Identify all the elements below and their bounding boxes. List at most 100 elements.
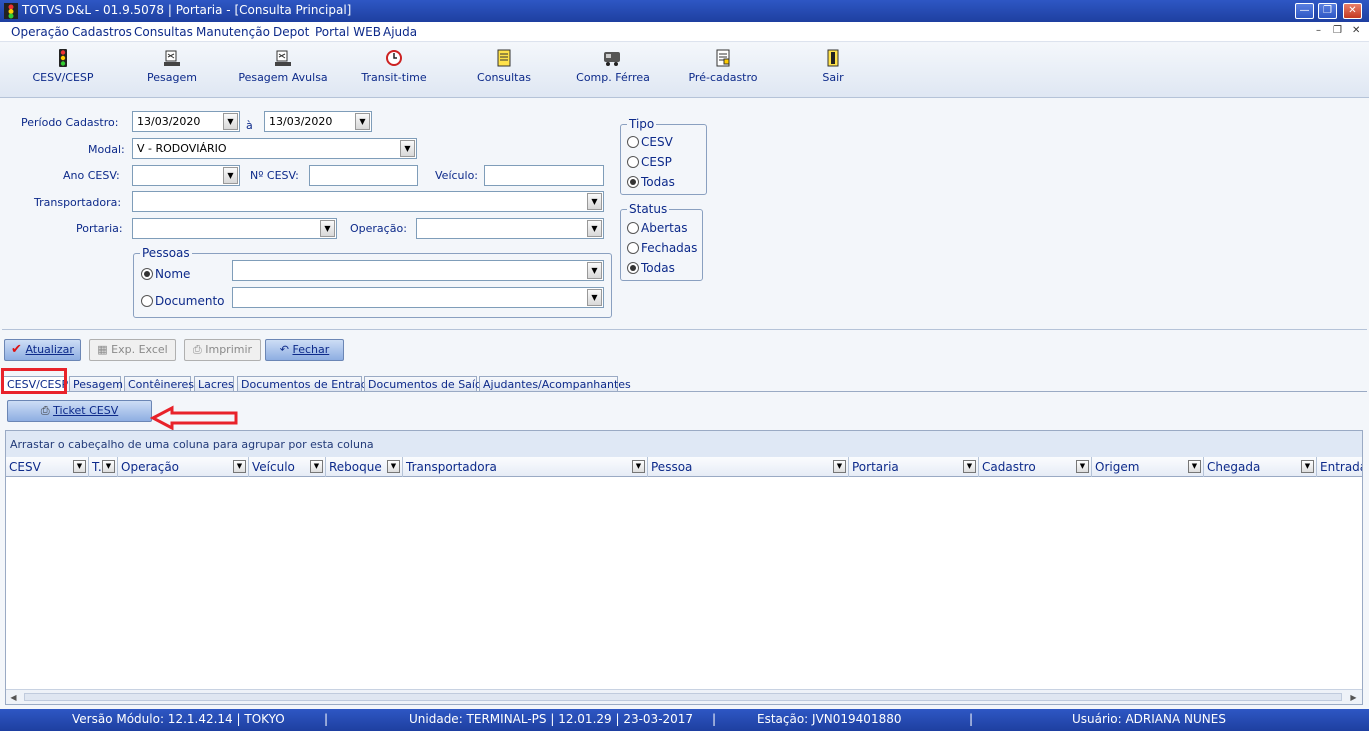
- filter-dropdown-icon[interactable]: ▼: [1301, 460, 1314, 473]
- minimize-button[interactable]: —: [1295, 3, 1314, 19]
- chevron-down-icon[interactable]: ▼: [223, 113, 238, 130]
- chevron-down-icon[interactable]: ▼: [587, 220, 602, 237]
- column-header-veiculo[interactable]: Veículo ▼: [249, 457, 326, 477]
- toolbar-pesagem-button[interactable]: Pesagem: [127, 49, 217, 93]
- column-header-entrada[interactable]: Entrada: [1317, 457, 1362, 477]
- toolbar-pre-cadastro-button[interactable]: Pré-cadastro: [678, 49, 768, 93]
- column-header-transportadora[interactable]: Transportadora ▼: [403, 457, 648, 477]
- column-header-operacao[interactable]: Operação ▼: [118, 457, 249, 477]
- radio-selected-icon: [627, 176, 639, 188]
- transportadora-select[interactable]: ▼: [132, 191, 604, 212]
- ano-cesv-select[interactable]: ▼: [132, 165, 240, 186]
- group-by-hint[interactable]: Arrastar o cabeçalho de uma coluna para …: [6, 431, 1362, 457]
- chevron-down-icon[interactable]: ▼: [223, 167, 238, 184]
- scrollbar-track[interactable]: [24, 693, 1342, 701]
- modal-select[interactable]: V - RODOVIÁRIO ▼: [132, 138, 417, 159]
- excel-icon: ▦: [97, 343, 108, 356]
- tab-documentos-saida[interactable]: Documentos de Saída: [364, 376, 489, 392]
- periodo-inicio-date[interactable]: 13/03/2020 ▼: [132, 111, 240, 132]
- mdi-minimize-button[interactable]: –: [1316, 25, 1321, 36]
- atualizar-label: Atualizar: [25, 343, 74, 356]
- radio-nome[interactable]: Nome: [141, 267, 190, 281]
- filter-dropdown-icon[interactable]: ▼: [387, 460, 400, 473]
- tab-lacres[interactable]: Lacres: [194, 376, 234, 392]
- chevron-down-icon[interactable]: ▼: [400, 140, 415, 157]
- menu-cadastros[interactable]: Cadastros: [72, 25, 132, 39]
- filter-dropdown-icon[interactable]: ▼: [102, 460, 115, 473]
- filter-dropdown-icon[interactable]: ▼: [963, 460, 976, 473]
- column-header-portaria[interactable]: Portaria ▼: [849, 457, 979, 477]
- num-cesv-input[interactable]: [309, 165, 418, 186]
- filter-dropdown-icon[interactable]: ▼: [632, 460, 645, 473]
- scroll-left-icon[interactable]: ◀: [6, 691, 21, 704]
- chevron-down-icon[interactable]: ▼: [587, 193, 602, 210]
- mdi-close-button[interactable]: ✕: [1352, 25, 1360, 36]
- tab-pesagem[interactable]: Pesagem: [69, 376, 123, 392]
- column-header-label: Chegada: [1207, 460, 1261, 474]
- column-header-cadastro[interactable]: Cadastro ▼: [979, 457, 1092, 477]
- documento-select[interactable]: ▼: [232, 287, 604, 308]
- column-header-chegada[interactable]: Chegada ▼: [1204, 457, 1317, 477]
- chevron-down-icon[interactable]: ▼: [587, 289, 602, 306]
- tab-documentos-entrada[interactable]: Documentos de Entrada: [237, 376, 374, 392]
- toolbar-consultas-button[interactable]: Consultas: [459, 49, 549, 93]
- toolbar-pesagem-avulsa-button[interactable]: Pesagem Avulsa: [238, 49, 328, 93]
- atualizar-button[interactable]: ✔ Atualizar: [4, 339, 81, 361]
- modal-label: Modal:: [88, 143, 125, 156]
- column-header-reboque[interactable]: Reboque ▼: [326, 457, 403, 477]
- radio-tipo-cesv[interactable]: CESV: [627, 135, 673, 149]
- chevron-down-icon[interactable]: ▼: [587, 262, 602, 279]
- column-header-tipo[interactable]: T. ▼: [89, 457, 118, 477]
- menu-consultas[interactable]: Consultas: [134, 25, 193, 39]
- exp-excel-button[interactable]: ▦ Exp. Excel: [89, 339, 176, 361]
- radio-unselected-icon: [627, 222, 639, 234]
- toolbar-label: Transit-time: [361, 71, 427, 84]
- radio-status-fechadas[interactable]: Fechadas: [627, 241, 697, 255]
- exit-door-icon: [827, 49, 839, 67]
- portaria-select[interactable]: ▼: [132, 218, 337, 239]
- status-usuario: Usuário: ADRIANA NUNES: [1072, 712, 1226, 726]
- periodo-fim-value: 13/03/2020: [269, 115, 333, 128]
- imprimir-button[interactable]: ⎙ Imprimir: [184, 339, 261, 361]
- radio-status-abertas[interactable]: Abertas: [627, 221, 687, 235]
- menu-operacao[interactable]: Operação: [11, 25, 69, 39]
- operacao-select[interactable]: ▼: [416, 218, 604, 239]
- column-header-origem[interactable]: Origem ▼: [1092, 457, 1204, 477]
- tab-conteineres[interactable]: Contêineres: [124, 376, 194, 392]
- toolbar-sair-button[interactable]: Sair: [788, 49, 878, 93]
- radio-status-todas[interactable]: Todas: [627, 261, 675, 275]
- toolbar-transit-time-button[interactable]: Transit-time: [349, 49, 439, 93]
- close-button[interactable]: ✕: [1343, 3, 1362, 19]
- filter-dropdown-icon[interactable]: ▼: [73, 460, 86, 473]
- radio-tipo-todas[interactable]: Todas: [627, 175, 675, 189]
- nome-select[interactable]: ▼: [232, 260, 604, 281]
- filter-dropdown-icon[interactable]: ▼: [1188, 460, 1201, 473]
- filter-dropdown-icon[interactable]: ▼: [833, 460, 846, 473]
- fechar-button[interactable]: ↶ Fechar: [265, 339, 344, 361]
- menu-depot[interactable]: Depot: [273, 25, 309, 39]
- veiculo-input[interactable]: [484, 165, 604, 186]
- toolbar-comp-ferrea-button[interactable]: Comp. Férrea: [568, 49, 658, 93]
- chevron-down-icon[interactable]: ▼: [355, 113, 370, 130]
- horizontal-scrollbar[interactable]: ◀ ▶: [6, 689, 1362, 704]
- toolbar-cesv-cesp-button[interactable]: CESV/CESP: [18, 49, 108, 93]
- radio-label: CESP: [641, 155, 672, 169]
- column-header-cesv[interactable]: CESV ▼: [6, 457, 89, 477]
- filter-dropdown-icon[interactable]: ▼: [1076, 460, 1089, 473]
- menu-portal-web[interactable]: Portal WEB: [315, 25, 381, 39]
- periodo-fim-date[interactable]: 13/03/2020 ▼: [264, 111, 372, 132]
- ticket-cesv-button[interactable]: ⎙ Ticket CESV: [7, 400, 152, 422]
- menu-ajuda[interactable]: Ajuda: [383, 25, 417, 39]
- column-header-pessoa[interactable]: Pessoa ▼: [648, 457, 849, 477]
- chevron-down-icon[interactable]: ▼: [320, 220, 335, 237]
- scroll-right-icon[interactable]: ▶: [1346, 691, 1361, 704]
- filter-dropdown-icon[interactable]: ▼: [233, 460, 246, 473]
- radio-documento-label: Documento: [155, 294, 225, 308]
- tab-ajudantes-acompanhantes[interactable]: Ajudantes/Acompanhantes: [479, 376, 631, 392]
- radio-documento[interactable]: Documento: [141, 294, 225, 308]
- restore-button[interactable]: ❐: [1318, 3, 1337, 19]
- radio-tipo-cesp[interactable]: CESP: [627, 155, 672, 169]
- menu-manutencao[interactable]: Manutenção: [196, 25, 270, 39]
- filter-dropdown-icon[interactable]: ▼: [310, 460, 323, 473]
- mdi-restore-button[interactable]: ❐: [1333, 25, 1342, 36]
